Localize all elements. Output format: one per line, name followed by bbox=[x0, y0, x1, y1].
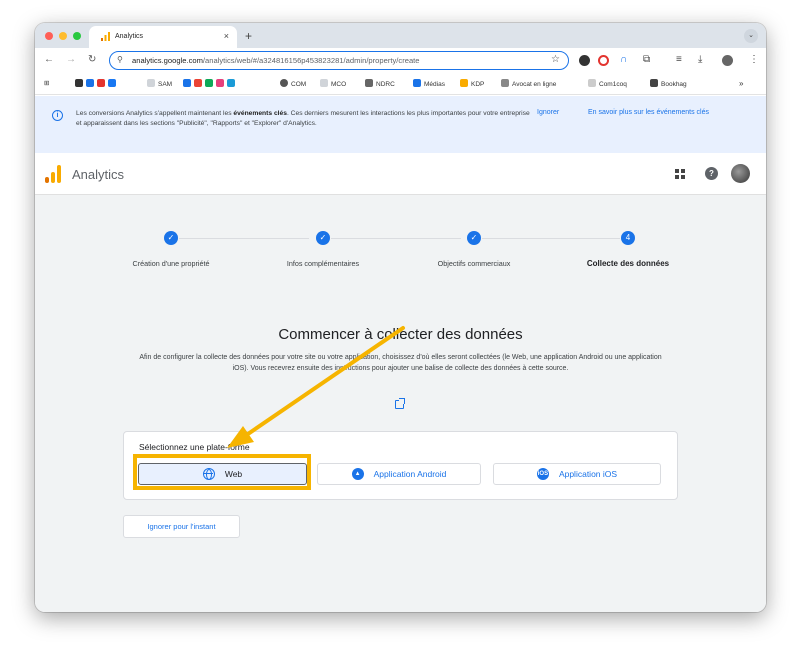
step-3-label: Objectifs commerciaux bbox=[437, 259, 511, 268]
platform-selection-card: Sélectionnez une plate-forme Web ▲ Appli… bbox=[123, 431, 678, 500]
page-description: Afin de configurer la collecte des donné… bbox=[139, 354, 662, 372]
tab-analytics[interactable]: Analytics × bbox=[89, 26, 237, 48]
banner-dismiss-link[interactable]: Ignorer bbox=[537, 109, 559, 116]
help-icon[interactable]: ? bbox=[705, 167, 718, 180]
tab-search-chevron-icon[interactable]: ⌄ bbox=[744, 29, 758, 43]
new-tab-button[interactable]: + bbox=[245, 29, 252, 43]
forward-arrow-icon[interactable]: → bbox=[66, 54, 76, 65]
close-window-button[interactable] bbox=[45, 32, 53, 40]
step-2-label: Infos complémentaires bbox=[286, 259, 360, 268]
bookmark-mco[interactable]: MCO bbox=[320, 79, 346, 88]
url-text: analytics.google.com/analytics/web/#/a32… bbox=[132, 56, 420, 65]
bookmarks-bar: ⊞ SAM COM MCO NDRC Médias KDP Avocat en … bbox=[35, 73, 766, 95]
globe-icon bbox=[202, 468, 215, 480]
address-bar[interactable]: ⚲ analytics.google.com/analytics/web/#/a… bbox=[109, 51, 569, 70]
bookmarks-overflow-icon[interactable]: » bbox=[739, 79, 743, 88]
bookmark-icons-group-2[interactable] bbox=[183, 79, 238, 88]
bookmark-avocat-en-ligne[interactable]: Avocat en ligne bbox=[501, 79, 556, 88]
skip-for-now-button[interactable]: Ignorer pour l'instant bbox=[123, 515, 240, 538]
bookmark-com1coq[interactable]: Com1coq bbox=[588, 79, 627, 88]
banner-text: Les conversions Analytics s'appellent ma… bbox=[76, 110, 530, 127]
android-label: Application Android bbox=[373, 469, 447, 479]
bookmark-star-icon[interactable]: ☆ bbox=[551, 54, 560, 65]
bookmark-ndrc[interactable]: NDRC bbox=[365, 79, 395, 88]
zoom-window-button[interactable] bbox=[73, 32, 81, 40]
extension-arc-icon[interactable]: ∩ bbox=[620, 54, 627, 65]
browser-toolbar: ← → ↻ ⚲ analytics.google.com/analytics/w… bbox=[35, 48, 766, 73]
step-1-check-icon: ✓ bbox=[164, 231, 178, 245]
open-external-icon[interactable] bbox=[395, 398, 405, 409]
step-4-label: Collecte des données bbox=[586, 259, 670, 268]
extension-1-icon[interactable] bbox=[579, 55, 590, 66]
android-platform-button[interactable]: ▲ Application Android bbox=[317, 463, 481, 485]
reading-list-icon[interactable]: ≡ bbox=[676, 54, 682, 65]
bookmark-kdp[interactable]: KDP bbox=[460, 79, 484, 88]
opera-extension-icon[interactable] bbox=[598, 55, 609, 66]
site-info-icon[interactable]: ⚲ bbox=[117, 55, 123, 64]
tab-title: Analytics bbox=[115, 33, 144, 40]
extensions-puzzle-icon[interactable]: ⧉ bbox=[643, 54, 650, 65]
tab-close-icon[interactable]: × bbox=[224, 31, 229, 41]
apps-grid-icon[interactable] bbox=[675, 169, 685, 179]
apps-grid-icon[interactable]: ⊞ bbox=[44, 79, 49, 87]
user-avatar[interactable] bbox=[731, 164, 750, 183]
bookmark-icons-group[interactable] bbox=[75, 79, 119, 88]
app-name: Analytics bbox=[72, 167, 125, 182]
step-2-check-icon: ✓ bbox=[316, 231, 330, 245]
browser-window: Analytics × + ⌄ ← → ↻ ⚲ analytics.google… bbox=[35, 23, 766, 612]
tab-strip: Analytics × + ⌄ bbox=[35, 23, 766, 48]
ios-icon: iOS bbox=[536, 468, 549, 480]
bookmark-sam[interactable]: SAM bbox=[147, 79, 172, 88]
web-label: Web bbox=[224, 469, 243, 479]
android-icon: ▲ bbox=[351, 468, 364, 480]
back-arrow-icon[interactable]: ← bbox=[44, 54, 54, 65]
step-1-label: Création d'une propriété bbox=[132, 259, 210, 268]
bookmark-bookhag[interactable]: Bookhag bbox=[650, 79, 687, 88]
stepper-connector bbox=[179, 238, 309, 239]
banner-learn-more-link[interactable]: En savoir plus sur les événements clés bbox=[588, 109, 709, 116]
web-platform-button[interactable]: Web bbox=[138, 463, 307, 485]
analytics-logo-icon bbox=[45, 165, 61, 183]
app-header: Analytics ? bbox=[35, 153, 766, 195]
browser-menu-icon[interactable]: ⋮ bbox=[749, 54, 759, 65]
page-title: Commencer à collecter des données bbox=[278, 326, 523, 343]
info-icon: i bbox=[52, 110, 63, 121]
info-banner: i Les conversions Analytics s'appellent … bbox=[35, 96, 766, 153]
ios-platform-button[interactable]: iOS Application iOS bbox=[493, 463, 661, 485]
stepper-connector bbox=[331, 238, 461, 239]
step-4-number: 4 bbox=[621, 231, 635, 245]
step-3-check-icon: ✓ bbox=[467, 231, 481, 245]
profile-avatar-icon[interactable] bbox=[722, 55, 733, 66]
stepper-connector bbox=[482, 238, 620, 239]
property-setup-main: ✓ ✓ ✓ 4 Création d'une propriété Infos c… bbox=[35, 195, 766, 612]
ios-label: Application iOS bbox=[558, 469, 618, 479]
analytics-favicon-icon bbox=[101, 32, 110, 41]
bookmark-medias[interactable]: Médias bbox=[413, 79, 445, 88]
platform-title: Sélectionnez une plate-forme bbox=[139, 442, 250, 452]
minimize-window-button[interactable] bbox=[59, 32, 67, 40]
bookmark-com[interactable]: COM bbox=[280, 79, 306, 88]
download-icon[interactable]: ⤓ bbox=[698, 54, 702, 65]
reload-icon[interactable]: ↻ bbox=[88, 54, 96, 65]
